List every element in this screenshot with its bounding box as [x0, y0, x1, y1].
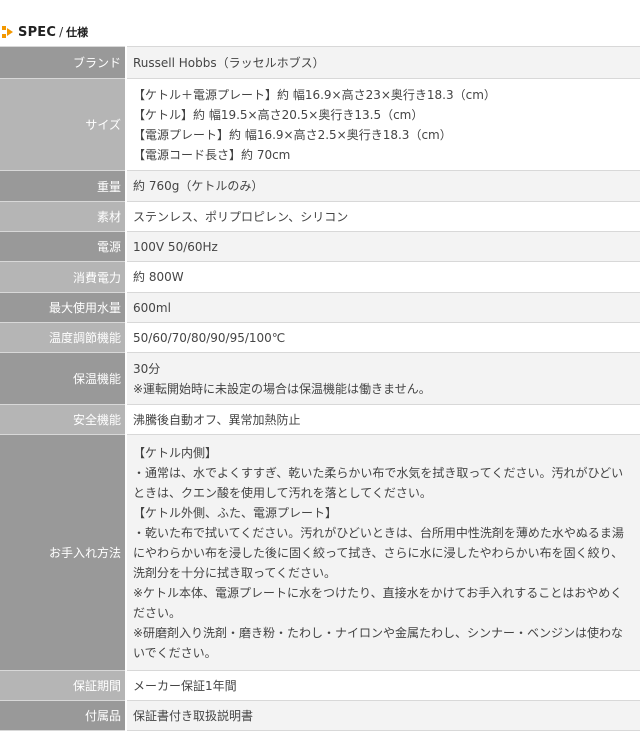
spec-row-power: 電源 100V 50/60Hz	[0, 231, 640, 262]
spec-value: 保証書付き取扱説明書	[126, 700, 640, 731]
spec-value: Russell Hobbs（ラッセルホブス）	[126, 46, 640, 79]
spec-value: メーカー保証1年間	[126, 670, 640, 701]
spec-row-warranty: 保証期間 メーカー保証1年間	[0, 670, 640, 701]
spec-value: ステンレス、ポリプロピレン、シリコン	[126, 201, 640, 232]
care-line: ・通常は、水でよくすすぎ、乾いた柔らかい布で水気を拭き取ってください。汚れがひど…	[133, 465, 624, 500]
spec-row-keep-warm: 保温機能 30分 ※運転開始時に未設定の場合は保温機能は働きません。	[0, 352, 640, 405]
spec-row-brand: ブランド Russell Hobbs（ラッセルホブス）	[0, 46, 640, 79]
size-line: 【ケトル＋電源プレート】約 幅16.9×高さ23×奥行き18.3（cm）	[133, 87, 496, 102]
spec-label: 重量	[0, 170, 127, 202]
keep-warm-line: ※運転開始時に未設定の場合は保温機能は働きません。	[133, 381, 431, 396]
spec-label: 電源	[0, 231, 127, 262]
spec-row-safety: 安全機能 沸騰後自動オフ、異常加熱防止	[0, 404, 640, 435]
spec-row-material: 素材 ステンレス、ポリプロピレン、シリコン	[0, 201, 640, 232]
care-line: ・乾いた布で拭いてください。汚れがひどいときは、台所用中性洗剤を薄めた水やぬるま…	[133, 525, 624, 580]
spec-value: 100V 50/60Hz	[126, 231, 640, 262]
spec-label: お手入れ方法	[0, 434, 127, 671]
care-line: 【ケトル内側】	[133, 445, 218, 460]
spec-label: 安全機能	[0, 404, 127, 435]
spec-label: 消費電力	[0, 261, 127, 293]
spec-label: 保温機能	[0, 352, 127, 405]
spec-heading: SPEC / 仕様	[0, 0, 640, 46]
spec-row-size: サイズ 【ケトル＋電源プレート】約 幅16.9×高さ23×奥行き18.3（cm）…	[0, 78, 640, 171]
care-line: ※ケトル本体、電源プレートに水をつけたり、直接水をかけてお手入れすることはおやめ…	[133, 585, 623, 620]
size-line: 【ケトル】約 幅19.5×高さ20.5×奥行き13.5（cm）	[133, 107, 424, 122]
spec-table: ブランド Russell Hobbs（ラッセルホブス） サイズ 【ケトル＋電源プ…	[0, 46, 640, 731]
spec-label: サイズ	[0, 78, 127, 171]
spec-label: 最大使用水量	[0, 292, 127, 323]
arrow-marker-icon	[2, 26, 13, 38]
spec-value: 50/60/70/80/90/95/100℃	[126, 322, 640, 353]
spec-label: 付属品	[0, 700, 127, 731]
spec-label: 素材	[0, 201, 127, 232]
spec-value: 600ml	[126, 292, 640, 323]
size-line: 【電源コード長さ】約 70cm	[133, 147, 291, 162]
keep-warm-line: 30分	[133, 361, 161, 376]
spec-value: 【ケトル＋電源プレート】約 幅16.9×高さ23×奥行き18.3（cm） 【ケト…	[126, 78, 640, 171]
heading-title-en: SPEC	[18, 24, 57, 40]
spec-label: 温度調節機能	[0, 322, 127, 353]
size-line: 【電源プレート】約 幅16.9×高さ2.5×奥行き18.3（cm）	[133, 127, 452, 142]
spec-value: 【ケトル内側】 ・通常は、水でよくすすぎ、乾いた柔らかい布で水気を拭き取ってくだ…	[126, 434, 640, 671]
spec-value: 約 800W	[126, 261, 640, 293]
spec-value: 約 760g（ケトルのみ）	[126, 170, 640, 202]
heading-title-ja: 仕様	[66, 26, 89, 39]
spec-row-capacity: 最大使用水量 600ml	[0, 292, 640, 323]
spec-label: ブランド	[0, 46, 127, 79]
care-line: 【ケトル外側、ふた、電源プレート】	[133, 505, 338, 520]
spec-row-temperature: 温度調節機能 50/60/70/80/90/95/100℃	[0, 322, 640, 353]
heading-separator: /	[59, 25, 64, 39]
care-line: ※研磨剤入り洗剤・磨き粉・たわし・ナイロンや金属たわし、シンナー・ベンジンは使わ…	[133, 625, 624, 660]
spec-row-care: お手入れ方法 【ケトル内側】 ・通常は、水でよくすすぎ、乾いた柔らかい布で水気を…	[0, 434, 640, 671]
spec-row-accessories: 付属品 保証書付き取扱説明書	[0, 700, 640, 731]
spec-label: 保証期間	[0, 670, 127, 701]
spec-value: 沸騰後自動オフ、異常加熱防止	[126, 404, 640, 435]
spec-row-consumption: 消費電力 約 800W	[0, 261, 640, 293]
spec-value: 30分 ※運転開始時に未設定の場合は保温機能は働きません。	[126, 352, 640, 405]
spec-row-weight: 重量 約 760g（ケトルのみ）	[0, 170, 640, 202]
